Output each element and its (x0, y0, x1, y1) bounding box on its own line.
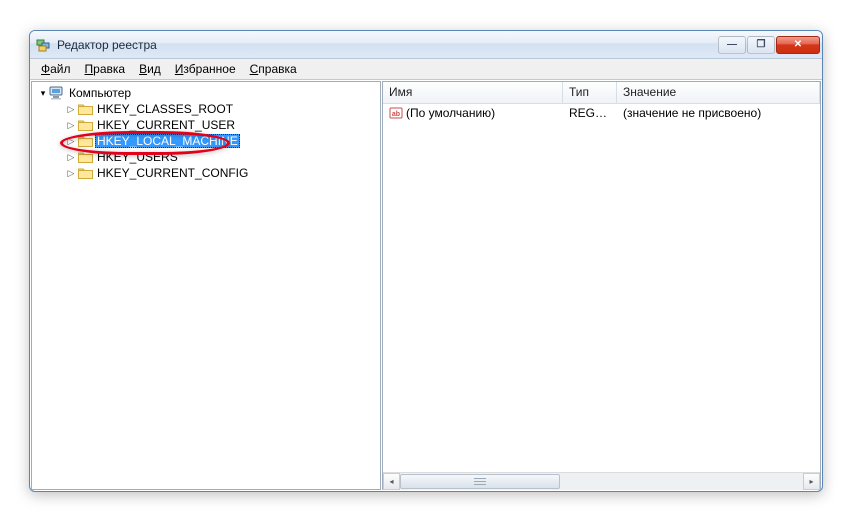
expand-icon[interactable]: ▷ (66, 152, 76, 162)
column-header-type[interactable]: Тип (563, 82, 617, 103)
horizontal-scrollbar[interactable]: ◂ ▸ (383, 472, 820, 489)
folder-icon (77, 133, 93, 149)
list-row[interactable]: ab (По умолчанию) REG_SZ(значение не присв… (383, 104, 820, 121)
scroll-right-button[interactable]: ▸ (803, 473, 820, 490)
column-header-name[interactable]: Имя (383, 82, 563, 103)
expand-icon[interactable]: ▷ (66, 136, 76, 146)
menubar: Файл Правка Вид Избранное Справка (30, 59, 822, 79)
maximize-icon: ❐ (757, 39, 766, 50)
value-type: REG_SZ (563, 106, 617, 120)
titlebar[interactable]: Редактор реестра — ❐ ✕ (30, 31, 822, 59)
tree-item[interactable]: ▷ HKEY_CURRENT_CONFIG (48, 165, 380, 181)
maximize-button[interactable]: ❐ (747, 36, 775, 54)
tree-item[interactable]: ▷ HKEY_LOCAL_MACHINE (48, 133, 380, 149)
tree-item-label: HKEY_CURRENT_USER (95, 118, 237, 132)
menu-view[interactable]: Вид (132, 61, 168, 77)
menu-file[interactable]: Файл (34, 61, 78, 77)
tree-root[interactable]: ▾ Компьютер (32, 85, 380, 101)
window-controls: — ❐ ✕ (717, 36, 820, 54)
tree-item[interactable]: ▷ HKEY_CLASSES_ROOT (48, 101, 380, 117)
menu-favorites[interactable]: Избранное (168, 61, 243, 77)
app-icon (36, 37, 52, 53)
minimize-button[interactable]: — (718, 36, 746, 54)
value-data: (значение не присвоено) (617, 106, 820, 120)
close-icon: ✕ (794, 39, 802, 50)
folder-icon (77, 149, 93, 165)
tree-item-label: HKEY_LOCAL_MACHINE (95, 134, 240, 148)
scroll-track[interactable] (400, 473, 803, 490)
window-title: Редактор реестра (57, 38, 717, 52)
menu-edit[interactable]: Правка (78, 61, 133, 77)
folder-icon (77, 101, 93, 117)
svg-text:ab: ab (392, 111, 400, 118)
content-area: ▾ Компьютер ▷ HKEY_CLASSES_ROOT ▷ HKEY_CURR… (30, 79, 822, 491)
tree-root-label: Компьютер (67, 86, 133, 100)
computer-icon (49, 85, 65, 101)
value-name: (По умолчанию) (406, 106, 495, 120)
expand-icon[interactable]: ▷ (66, 104, 76, 114)
scroll-left-button[interactable]: ◂ (383, 473, 400, 490)
folder-icon (77, 165, 93, 181)
expand-icon[interactable]: ▷ (66, 168, 76, 178)
tree-item-label: HKEY_CLASSES_ROOT (95, 102, 235, 116)
tree-item-label: HKEY_USERS (95, 150, 180, 164)
list-pane[interactable]: Имя Тип Значение ab (По умолчанию) REG_SZ(… (382, 81, 821, 490)
menu-help[interactable]: Справка (243, 61, 304, 77)
tree-item[interactable]: ▷ HKEY_USERS (48, 149, 380, 165)
tree-item[interactable]: ▷ HKEY_CURRENT_USER (48, 117, 380, 133)
close-button[interactable]: ✕ (776, 36, 820, 54)
string-value-icon: ab (389, 106, 403, 120)
expand-icon[interactable]: ▷ (66, 120, 76, 130)
registry-editor-window: Редактор реестра — ❐ ✕ Файл Правка Вид И… (29, 30, 823, 492)
tree-item-label: HKEY_CURRENT_CONFIG (95, 166, 250, 180)
folder-icon (77, 117, 93, 133)
list-header: Имя Тип Значение (383, 82, 820, 104)
tree-pane[interactable]: ▾ Компьютер ▷ HKEY_CLASSES_ROOT ▷ HKEY_CURR… (31, 81, 381, 490)
minimize-icon: — (727, 39, 737, 50)
list-body[interactable]: ab (По умолчанию) REG_SZ(значение не присв… (383, 104, 820, 472)
scroll-thumb[interactable] (400, 474, 560, 489)
collapse-icon[interactable]: ▾ (38, 88, 48, 98)
column-header-value[interactable]: Значение (617, 82, 820, 103)
